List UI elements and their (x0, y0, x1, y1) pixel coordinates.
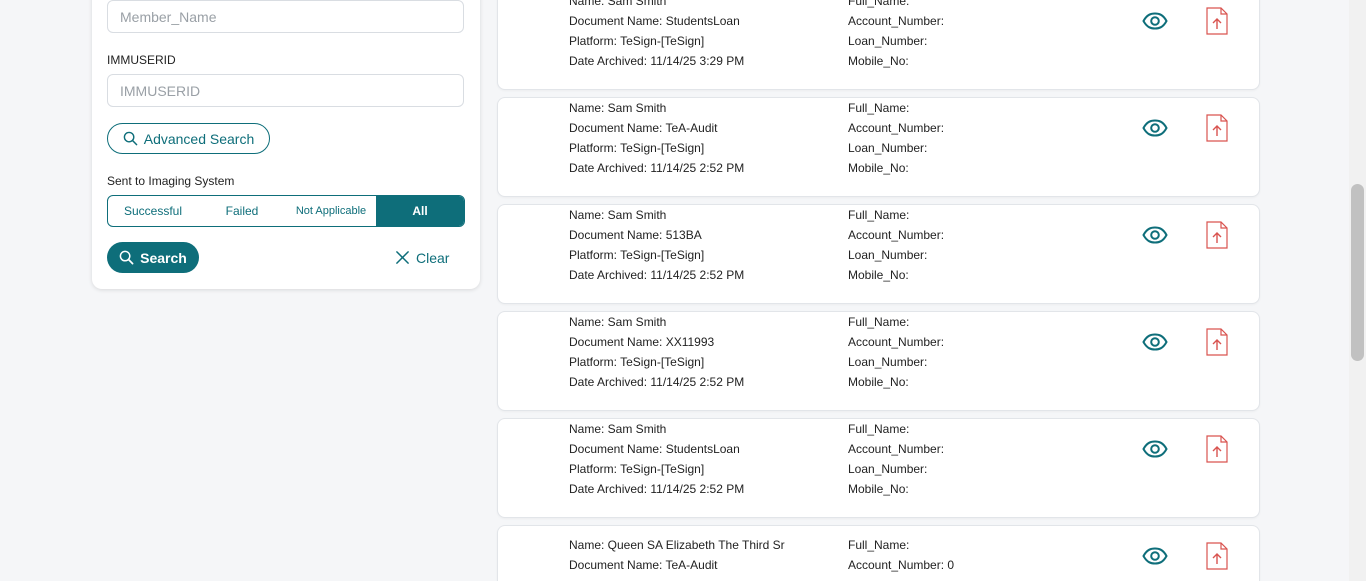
mobile-number: Mobile_No: (848, 161, 909, 175)
full-name: Full_Name: (848, 208, 910, 222)
document-details: Name: Sam Smith Document Name: StudentsL… (569, 0, 744, 71)
option-failed[interactable]: Failed (198, 196, 286, 226)
document-name: Document Name: StudentsLoan (569, 14, 740, 28)
eye-icon[interactable] (1142, 12, 1168, 30)
full-name: Full_Name: (848, 101, 910, 115)
full-name: Full_Name: (848, 0, 910, 8)
result-card: Name: Sam Smith Document Name: StudentsL… (497, 0, 1260, 90)
result-card: Name: Sam Smith Document Name: XX11993 P… (497, 311, 1260, 411)
loan-number: Loan_Number: (848, 141, 928, 155)
member-name: Name: Sam Smith (569, 315, 667, 329)
document-name: Document Name: XX11993 (569, 335, 715, 349)
member-name: Name: Sam Smith (569, 208, 667, 222)
pdf-upload-icon[interactable] (1206, 221, 1228, 249)
search-icon (119, 250, 134, 265)
close-icon (396, 251, 409, 264)
document-details: Name: Sam Smith Document Name: XX11993 P… (569, 312, 744, 392)
account-details: Full_Name: Account_Number: Loan_Number: … (848, 419, 944, 499)
pdf-upload-icon[interactable] (1206, 114, 1228, 142)
member-name: Name: Queen SA Elizabeth The Third Sr (569, 538, 785, 552)
platform: Platform: TeSign-[TeSign] (569, 355, 705, 369)
search-icon (123, 131, 138, 146)
immuserid-input[interactable] (107, 74, 464, 107)
option-successful[interactable]: Successful (108, 196, 198, 226)
platform: Platform: TeSign-[TeSign] (569, 141, 705, 155)
result-card: Name: Sam Smith Document Name: 513BA Pla… (497, 204, 1260, 304)
account-number: Account_Number: (848, 228, 945, 242)
date-archived: Date Archived: 11/14/25 3:29 PM (569, 54, 745, 68)
eye-icon[interactable] (1142, 226, 1168, 244)
advanced-search-button[interactable]: Advanced Search (107, 123, 270, 154)
member-name: Name: Sam Smith (569, 0, 667, 8)
immuserid-label: IMMUSERID (107, 53, 176, 67)
document-name: Document Name: TeA-Audit (569, 558, 718, 572)
document-name: Document Name: TeA-Audit (569, 121, 718, 135)
filter-panel: IMMUSERID Advanced Search Sent to Imagin… (92, 0, 480, 289)
mobile-number: Mobile_No: (848, 375, 909, 389)
account-number: Account_Number: (848, 335, 945, 349)
account-details: Full_Name: Account_Number: Loan_Number: … (848, 98, 944, 178)
full-name: Full_Name: (848, 422, 910, 436)
document-name: Document Name: 513BA (569, 228, 702, 242)
eye-icon[interactable] (1142, 119, 1168, 137)
mobile-number: Mobile_No: (848, 268, 909, 282)
account-number: Account_Number: 0 (848, 558, 955, 572)
date-archived: Date Archived: 11/14/25 2:52 PM (569, 161, 745, 175)
clear-label: Clear (416, 249, 450, 266)
account-details: Full_Name: Account_Number: Loan_Number: … (848, 312, 944, 392)
date-archived: Date Archived: 11/14/25 2:52 PM (569, 375, 745, 389)
loan-number: Loan_Number: (848, 355, 928, 369)
loan-number: Loan_Number: (848, 462, 928, 476)
account-number: Account_Number: (848, 121, 945, 135)
account-details: Full_Name: Account_Number: 0 (848, 535, 954, 575)
date-archived: Date Archived: 11/14/25 2:52 PM (569, 482, 745, 496)
search-button[interactable]: Search (107, 242, 199, 273)
pdf-upload-icon[interactable] (1206, 435, 1228, 463)
advanced-search-label: Advanced Search (143, 130, 255, 147)
option-all[interactable]: All (376, 196, 464, 226)
clear-button[interactable]: Clear (395, 242, 449, 273)
eye-icon[interactable] (1142, 440, 1168, 458)
document-name: Document Name: StudentsLoan (569, 442, 740, 456)
full-name: Full_Name: (848, 538, 910, 552)
pdf-upload-icon[interactable] (1206, 7, 1228, 35)
result-card: Name: Sam Smith Document Name: StudentsL… (497, 418, 1260, 518)
eye-icon[interactable] (1142, 547, 1168, 565)
scrollbar-thumb[interactable] (1351, 184, 1364, 361)
result-card: Name: Sam Smith Document Name: TeA-Audit… (497, 97, 1260, 197)
document-details: Name: Queen SA Elizabeth The Third Sr Do… (569, 535, 785, 575)
account-number: Account_Number: (848, 14, 945, 28)
account-number: Account_Number: (848, 442, 945, 456)
loan-number: Loan_Number: (848, 248, 928, 262)
pdf-upload-icon[interactable] (1206, 542, 1228, 570)
sent-to-imaging-toggle: Successful Failed Not Applicable All (107, 195, 465, 227)
scrollbar-track[interactable] (1349, 0, 1366, 581)
search-label: Search (140, 249, 187, 266)
platform: Platform: TeSign-[TeSign] (569, 34, 705, 48)
account-details: Full_Name: Account_Number: Loan_Number: … (848, 0, 944, 71)
document-details: Name: Sam Smith Document Name: 513BA Pla… (569, 205, 744, 285)
mobile-number: Mobile_No: (848, 482, 909, 496)
pdf-upload-icon[interactable] (1206, 328, 1228, 356)
member-name: Name: Sam Smith (569, 101, 667, 115)
loan-number: Loan_Number: (848, 34, 928, 48)
option-not-applicable[interactable]: Not Applicable (286, 196, 376, 226)
mobile-number: Mobile_No: (848, 54, 909, 68)
eye-icon[interactable] (1142, 333, 1168, 351)
document-details: Name: Sam Smith Document Name: StudentsL… (569, 419, 744, 499)
full-name: Full_Name: (848, 315, 910, 329)
platform: Platform: TeSign-[TeSign] (569, 248, 705, 262)
sent-to-imaging-label: Sent to Imaging System (107, 174, 235, 188)
document-details: Name: Sam Smith Document Name: TeA-Audit… (569, 98, 744, 178)
result-card: Name: Queen SA Elizabeth The Third Sr Do… (497, 525, 1260, 581)
account-details: Full_Name: Account_Number: Loan_Number: … (848, 205, 944, 285)
platform: Platform: TeSign-[TeSign] (569, 462, 705, 476)
date-archived: Date Archived: 11/14/25 2:52 PM (569, 268, 745, 282)
member-name-input[interactable] (107, 0, 464, 33)
member-name: Name: Sam Smith (569, 422, 667, 436)
